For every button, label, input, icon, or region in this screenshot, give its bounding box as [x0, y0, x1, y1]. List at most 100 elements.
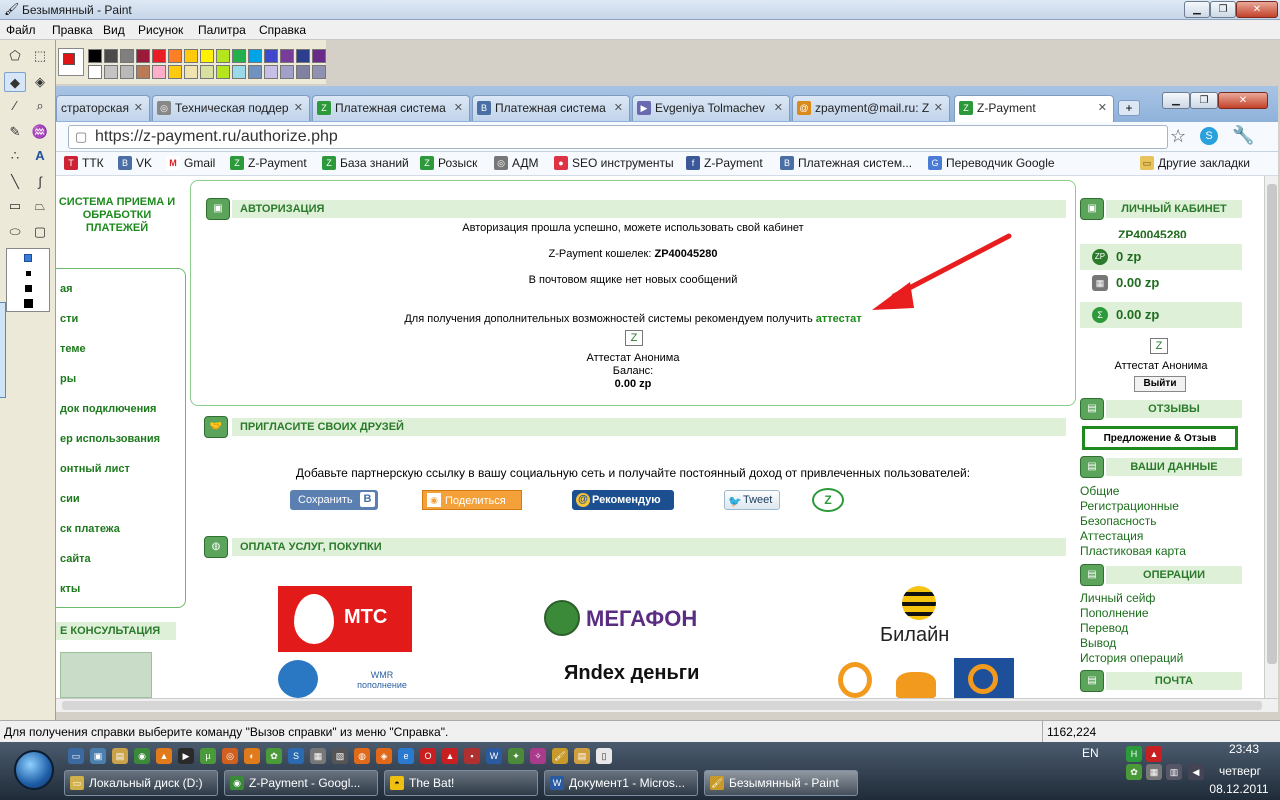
- menu-help[interactable]: Справка: [259, 23, 306, 37]
- scroll-thumb[interactable]: [1267, 184, 1277, 664]
- palette-swatch[interactable]: [248, 65, 262, 79]
- nav-item[interactable]: ая: [60, 283, 73, 295]
- rounded-rect-icon[interactable]: ▢: [29, 222, 51, 242]
- nav-item[interactable]: сти: [60, 313, 78, 325]
- browser-restore-button[interactable]: ❐: [1190, 92, 1218, 109]
- palette-swatch[interactable]: [216, 65, 230, 79]
- nav-item[interactable]: док подключения: [60, 403, 156, 415]
- close-button[interactable]: ✕: [1236, 1, 1278, 18]
- feedback-button[interactable]: Предложение & Отзыв: [1082, 426, 1238, 450]
- app-icon[interactable]: ▤: [574, 748, 590, 764]
- player-icon[interactable]: ▶: [178, 748, 194, 764]
- palette-swatch[interactable]: [88, 65, 102, 79]
- app-icon[interactable]: ◎: [222, 748, 238, 764]
- bookmark-payment-system[interactable]: В Платежная систем...: [780, 156, 912, 170]
- pencil-icon[interactable]: ✎: [4, 122, 26, 142]
- link-registration[interactable]: Регистрационные: [1080, 499, 1179, 513]
- palette-swatch[interactable]: [232, 49, 246, 63]
- bookmark-gmail[interactable]: M Gmail: [166, 156, 215, 170]
- tray-icon[interactable]: ▦: [1146, 764, 1162, 780]
- app-icon[interactable]: ◐: [244, 748, 260, 764]
- tab-payment-1[interactable]: Z Платежная система ✕: [312, 95, 470, 121]
- palette-swatch[interactable]: [280, 49, 294, 63]
- ie-icon[interactable]: e: [398, 748, 414, 764]
- bookmark-knowledge[interactable]: Z База знаний: [322, 156, 409, 170]
- app-icon[interactable]: ◈: [376, 748, 392, 764]
- opera-icon[interactable]: O: [420, 748, 436, 764]
- start-button[interactable]: [14, 750, 54, 790]
- tab-support[interactable]: ◎ Техническая поддер ✕: [152, 95, 310, 121]
- url-input[interactable]: ▢ https://z-payment.ru/authorize.php: [68, 125, 1168, 149]
- menu-palette[interactable]: Палитра: [198, 23, 246, 37]
- vk-save-button[interactable]: Сохранить В: [290, 490, 378, 510]
- tab-zpayment-active[interactable]: Z Z-Payment ✕: [954, 95, 1114, 122]
- link-transfer[interactable]: Перевод: [1080, 621, 1128, 635]
- palette-swatch[interactable]: [312, 65, 326, 79]
- eraser-icon[interactable]: ◆: [4, 72, 26, 92]
- menu-view[interactable]: Вид: [103, 23, 125, 37]
- tab-payment-2[interactable]: В Платежная система ✕: [472, 95, 630, 121]
- star-icon[interactable]: ☆: [1170, 126, 1186, 147]
- palette-swatch[interactable]: [104, 49, 118, 63]
- task-paint[interactable]: 🖌 Безымянный - Paint: [704, 770, 858, 796]
- skype-icon[interactable]: S: [288, 748, 304, 764]
- horizontal-scrollbar[interactable]: [56, 698, 1278, 712]
- palette-swatch[interactable]: [264, 65, 278, 79]
- polygon-icon[interactable]: ⏢: [29, 196, 51, 216]
- text-tool-icon[interactable]: A: [29, 146, 51, 166]
- volume-icon[interactable]: ◀: [1188, 764, 1204, 780]
- menu-file[interactable]: Файл: [6, 23, 36, 37]
- icq-icon[interactable]: ✿: [266, 748, 282, 764]
- link-attestation[interactable]: Аттестация: [1080, 529, 1143, 543]
- logout-button[interactable]: Выйти: [1134, 376, 1186, 392]
- palette-swatch[interactable]: [264, 49, 278, 63]
- browser-minimize-button[interactable]: ▁: [1162, 92, 1190, 109]
- bookmark-other[interactable]: ▭ Другие закладки: [1140, 156, 1250, 170]
- document-icon[interactable]: ▯: [596, 748, 612, 764]
- palette-swatch[interactable]: [88, 49, 102, 63]
- megafon-logo[interactable]: МЕГАФОН: [542, 598, 742, 642]
- link-topup[interactable]: Пополнение: [1080, 606, 1149, 620]
- attestat-link[interactable]: аттестат: [816, 313, 862, 325]
- vlc-icon[interactable]: ▲: [156, 748, 172, 764]
- maximize-button[interactable]: ❐: [1210, 1, 1236, 18]
- palette-swatch[interactable]: [296, 65, 310, 79]
- palette-swatch[interactable]: [184, 49, 198, 63]
- menu-edit[interactable]: Правка: [52, 23, 93, 37]
- palette-swatch[interactable]: [200, 65, 214, 79]
- magnifier-icon[interactable]: ⌕: [29, 96, 51, 116]
- bookmark-adm[interactable]: ◎ АДМ: [494, 156, 539, 170]
- task-the-bat[interactable]: ◓ The Bat!: [384, 770, 538, 796]
- free-select-icon[interactable]: ⬠: [4, 46, 26, 66]
- show-desktop-icon[interactable]: ▭: [68, 748, 84, 764]
- notepad-icon[interactable]: ▤: [112, 748, 128, 764]
- tab-evgeniya[interactable]: ▶ Evgeniya Tolmachev ✕: [632, 95, 790, 121]
- curve-icon[interactable]: ∫: [29, 172, 51, 192]
- tray-acrobat-icon[interactable]: ▲: [1146, 746, 1162, 762]
- app-icon[interactable]: ▧: [332, 748, 348, 764]
- paint-icon[interactable]: 🖌: [552, 748, 568, 764]
- link-plastic-card[interactable]: Пластиковая карта: [1080, 544, 1186, 558]
- recommend-button[interactable]: @ Рекомендую: [572, 490, 674, 510]
- language-indicator[interactable]: EN: [1082, 746, 1099, 760]
- app-icon[interactable]: ▪: [464, 748, 480, 764]
- skype-icon[interactable]: S: [1200, 127, 1218, 145]
- palette-swatch[interactable]: [120, 49, 134, 63]
- new-tab-button[interactable]: +: [1118, 100, 1140, 116]
- palette-swatch[interactable]: [248, 49, 262, 63]
- tray-icon[interactable]: Н: [1126, 746, 1142, 762]
- minimize-button[interactable]: ▁: [1184, 1, 1210, 18]
- nav-item[interactable]: кты: [60, 583, 80, 595]
- palette-swatch[interactable]: [168, 49, 182, 63]
- airbrush-icon[interactable]: ∴: [4, 146, 26, 166]
- acrobat-icon[interactable]: ▲: [442, 748, 458, 764]
- computer-icon[interactable]: ▣: [90, 748, 106, 764]
- brush-icon[interactable]: ♒: [29, 122, 51, 142]
- bookmark-ttk[interactable]: Т ТТК: [64, 156, 104, 170]
- nav-item[interactable]: онтный лист: [60, 463, 130, 475]
- clock-time[interactable]: 23:43: [1214, 742, 1274, 756]
- palette-swatch[interactable]: [120, 65, 134, 79]
- nav-item[interactable]: сии: [60, 493, 80, 505]
- ellipse-icon[interactable]: ⬭: [4, 222, 26, 242]
- palette-swatch[interactable]: [184, 65, 198, 79]
